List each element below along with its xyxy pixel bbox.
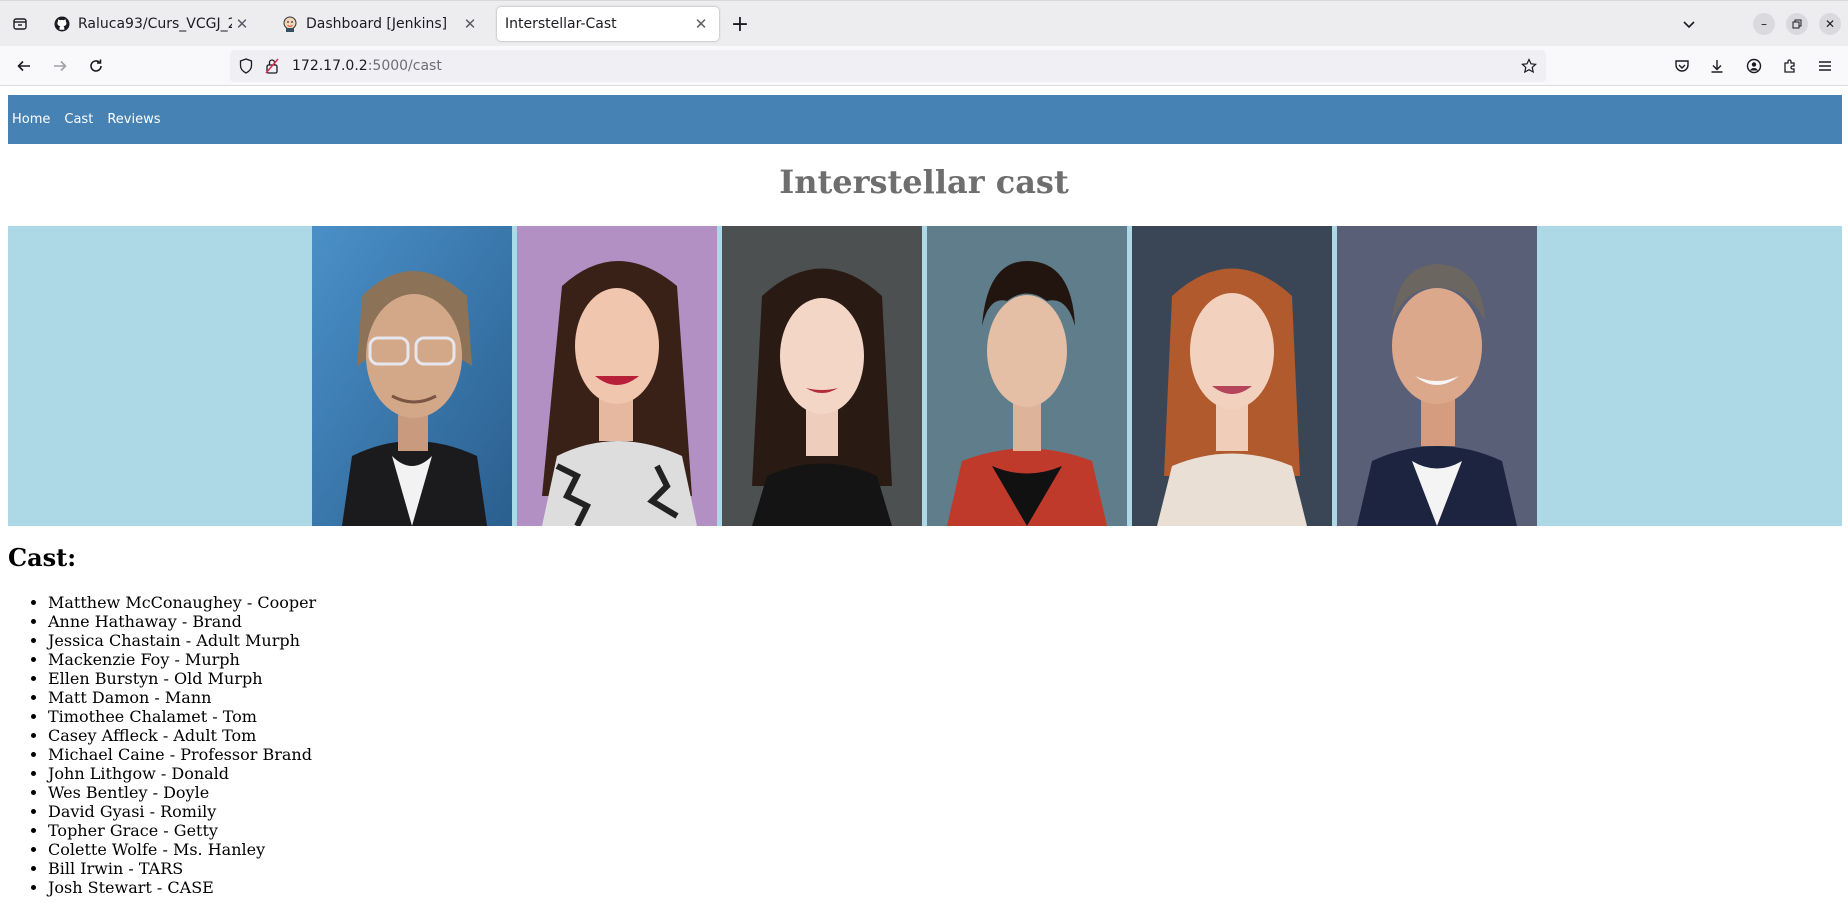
cast-list-item: Michael Caine - Professor Brand: [48, 745, 316, 764]
reload-icon[interactable]: [82, 54, 110, 78]
photo-mackenzie-foy: [722, 226, 922, 526]
github-icon: [54, 16, 70, 32]
new-tab-icon[interactable]: +: [728, 12, 752, 37]
cast-list-item: Anne Hathaway - Brand: [48, 612, 316, 631]
cast-list-item: Casey Affleck - Adult Tom: [48, 726, 316, 745]
nav-link-home[interactable]: Home: [12, 112, 50, 127]
tab-title: Interstellar-Cast: [505, 16, 617, 32]
site-nav: Home Cast Reviews: [8, 95, 1842, 144]
cast-list-item: Bill Irwin - TARS: [48, 859, 316, 878]
photo-matt-damon: [1337, 226, 1537, 526]
browser-toolbar: 172.17.0.2:5000/cast: [0, 46, 1848, 86]
tab-title: Raluca93/Curs_VCGJ_24_: [78, 16, 232, 32]
cast-list-item: Timothee Chalamet - Tom: [48, 707, 316, 726]
bookmark-star-icon[interactable]: [1520, 57, 1538, 75]
cast-list-item: Topher Grace - Getty: [48, 821, 316, 840]
back-icon[interactable]: [10, 54, 38, 78]
cast-list: Matthew McConaughey - Cooper Anne Hathaw…: [48, 593, 316, 897]
cast-list-item: Matthew McConaughey - Cooper: [48, 593, 316, 612]
extensions-icon[interactable]: [1780, 56, 1800, 76]
photo-jessica-chastain: [1132, 226, 1332, 526]
url-path: :5000/cast: [367, 58, 442, 74]
forward-icon[interactable]: [46, 54, 74, 78]
cast-list-item: Wes Bentley - Doyle: [48, 783, 316, 802]
close-icon[interactable]: ✕: [691, 14, 711, 34]
url-bar[interactable]: 172.17.0.2:5000/cast: [230, 50, 1546, 82]
menu-icon[interactable]: [1815, 56, 1835, 76]
chevron-down-icon[interactable]: [1678, 13, 1700, 35]
photo-matthew-mcconaughey: [312, 226, 512, 526]
pocket-icon[interactable]: [1672, 56, 1692, 76]
tab-list-icon[interactable]: [8, 12, 32, 36]
restore-icon[interactable]: [1786, 13, 1808, 35]
close-icon[interactable]: ✕: [232, 14, 252, 34]
tab-jenkins[interactable]: Dashboard [Jenkins] ✕: [272, 7, 488, 41]
shield-icon[interactable]: [238, 58, 254, 74]
minimize-icon[interactable]: –: [1753, 13, 1775, 35]
cast-list-item: David Gyasi - Romily: [48, 802, 316, 821]
cast-list-item: Colette Wolfe - Ms. Hanley: [48, 840, 316, 859]
cast-list-item: Jessica Chastain - Adult Murph: [48, 631, 316, 650]
page-content: Home Cast Reviews Interstellar cast Cast…: [0, 87, 1848, 915]
cast-list-item: John Lithgow - Donald: [48, 764, 316, 783]
url-host: 172.17.0.2: [292, 58, 368, 74]
tab-title: Dashboard [Jenkins]: [306, 16, 448, 32]
insecure-lock-icon[interactable]: [264, 58, 280, 74]
cast-list-item: Josh Stewart - CASE: [48, 878, 316, 897]
nav-link-cast[interactable]: Cast: [64, 112, 93, 127]
photo-anne-hathaway: [517, 226, 717, 526]
tab-interstellar-cast[interactable]: Interstellar-Cast ✕: [497, 7, 719, 41]
download-icon[interactable]: [1707, 56, 1727, 76]
page-title: Interstellar cast: [779, 163, 1069, 201]
photo-timothee-chalamet: [927, 226, 1127, 526]
url-text[interactable]: 172.17.0.2:5000/cast: [292, 58, 442, 74]
account-icon[interactable]: [1744, 56, 1764, 76]
cast-list-item: Ellen Burstyn - Old Murph: [48, 669, 316, 688]
tab-github[interactable]: Raluca93/Curs_VCGJ_24_ ✕: [44, 7, 260, 41]
cast-photo-gallery: [8, 226, 1842, 526]
nav-link-reviews[interactable]: Reviews: [107, 112, 160, 127]
tab-bar: Raluca93/Curs_VCGJ_24_ ✕ Dashboard [Jenk…: [0, 0, 1848, 46]
cast-list-item: Mackenzie Foy - Murph: [48, 650, 316, 669]
close-window-icon[interactable]: ✕: [1819, 13, 1841, 35]
jenkins-icon: [282, 16, 298, 32]
cast-heading: Cast:: [8, 543, 77, 572]
cast-list-item: Matt Damon - Mann: [48, 688, 316, 707]
close-icon[interactable]: ✕: [460, 14, 480, 34]
